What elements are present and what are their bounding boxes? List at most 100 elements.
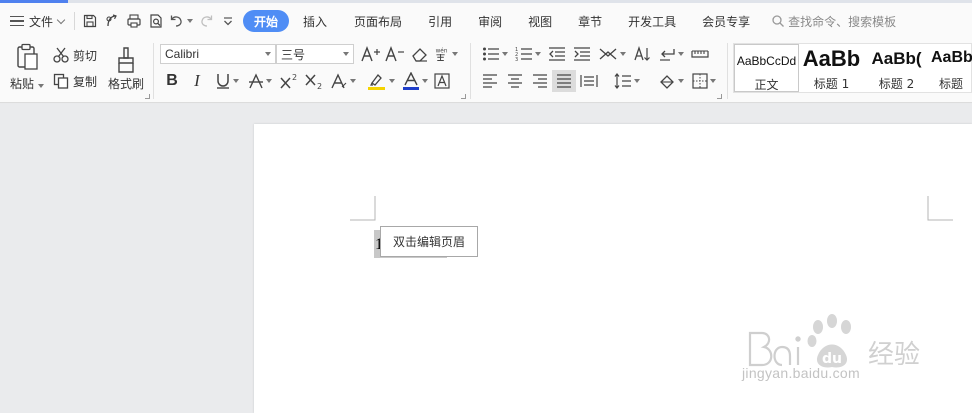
redo-button[interactable] xyxy=(195,9,217,33)
show-ruler-button[interactable] xyxy=(689,44,711,64)
style-heading-1[interactable]: AaBb 标题 1 xyxy=(799,44,864,92)
justify-button[interactable] xyxy=(552,70,576,92)
style-heading-2[interactable]: AaBb( 标题 2 xyxy=(864,44,929,92)
line-break-button[interactable] xyxy=(656,44,686,64)
text-effects-dropdown-icon xyxy=(350,79,356,83)
font-name-select[interactable]: Calibri xyxy=(160,44,276,64)
format-painter-button[interactable] xyxy=(106,43,146,77)
style-normal[interactable]: AaBbCcDd 正文 xyxy=(734,44,799,92)
borders-dropdown-icon xyxy=(710,79,716,83)
tab-insert[interactable]: 插入 xyxy=(291,10,339,32)
cut-button[interactable]: 剪切 xyxy=(52,45,102,65)
underline-button[interactable] xyxy=(211,71,243,91)
tab-member[interactable]: 会员专享 xyxy=(690,10,762,32)
text-direction-button[interactable] xyxy=(631,44,653,64)
line-spacing-button[interactable] xyxy=(612,71,642,91)
copy-button[interactable]: 复制 xyxy=(52,71,102,91)
clipboard-launcher-icon[interactable] xyxy=(145,94,150,99)
tab-developer[interactable]: 开发工具 xyxy=(616,10,688,32)
svg-text:2: 2 xyxy=(292,73,297,82)
tab-page-layout[interactable]: 页面布局 xyxy=(342,10,414,32)
print-button[interactable] xyxy=(123,9,145,33)
increase-font-size-button[interactable] xyxy=(360,44,382,64)
superscript-icon: 2 xyxy=(280,73,297,89)
text-effects-button[interactable] xyxy=(328,71,358,91)
text-effects-icon xyxy=(331,73,347,89)
shading-icon xyxy=(660,75,674,89)
align-center-icon xyxy=(508,74,522,88)
decrease-font-size-button[interactable] xyxy=(384,44,406,64)
print-preview-button[interactable] xyxy=(145,9,167,33)
bold-icon: B xyxy=(166,72,178,89)
shading-button[interactable] xyxy=(656,71,686,91)
chinese-layout-button[interactable] xyxy=(596,44,628,64)
paragraph-launcher-icon[interactable] xyxy=(717,94,722,99)
chinese-layout-dropdown-icon xyxy=(620,52,626,56)
font-color-button[interactable] xyxy=(400,71,430,91)
align-center-button[interactable] xyxy=(505,71,525,91)
superscript-button[interactable]: 2 xyxy=(278,71,300,91)
distribute-button[interactable] xyxy=(579,71,599,91)
subscript-button[interactable]: 2 xyxy=(303,71,325,91)
strikethrough-button[interactable] xyxy=(245,71,275,91)
clear-formatting-button[interactable] xyxy=(409,44,431,64)
print-preview-icon xyxy=(150,14,162,28)
chevron-down-icon xyxy=(56,15,66,24)
bold-button[interactable]: B xyxy=(162,71,182,91)
undo-button[interactable] xyxy=(167,9,195,33)
group-separator xyxy=(470,43,471,99)
line-break-icon xyxy=(660,49,675,61)
svg-text:2: 2 xyxy=(317,82,322,89)
font-name-value: Calibri xyxy=(165,47,200,61)
file-menu-button[interactable]: 文件 xyxy=(0,8,70,34)
character-border-button[interactable] xyxy=(432,71,452,91)
increase-font-icon xyxy=(361,46,380,62)
svg-text:3: 3 xyxy=(515,57,518,62)
align-left-button[interactable] xyxy=(480,71,500,91)
bullet-list-icon xyxy=(483,47,499,61)
style-heading[interactable]: AaBb 标题 xyxy=(929,44,972,92)
menu-bar: 文件 开始 插入 页面布局 引用 审阅 视图 章节 开发工具 会员专享 查找命令… xyxy=(0,3,972,39)
bullet-list-button[interactable] xyxy=(480,44,510,64)
numbered-list-icon: 123 xyxy=(515,47,532,62)
phonetic-guide-button[interactable]: wén xyxy=(434,44,458,64)
increase-indent-button[interactable] xyxy=(571,44,593,64)
tab-section[interactable]: 章节 xyxy=(566,10,614,32)
command-search-placeholder: 查找命令、搜索模板 xyxy=(788,14,897,29)
tab-review[interactable]: 审阅 xyxy=(466,10,514,32)
font-size-select[interactable]: 三号 xyxy=(276,44,354,64)
underline-dropdown-icon xyxy=(233,79,239,83)
italic-icon: I xyxy=(194,71,200,90)
chinese-layout-icon xyxy=(599,48,617,60)
borders-button[interactable] xyxy=(689,71,719,91)
font-name-dropdown-icon xyxy=(265,52,271,56)
bullet-list-dropdown-icon xyxy=(502,52,508,56)
numbered-list-button[interactable]: 123 xyxy=(513,44,543,64)
command-search[interactable]: 查找命令、搜索模板 xyxy=(771,13,896,30)
font-launcher-icon[interactable] xyxy=(461,94,466,99)
home-ribbon: 粘贴 剪切 复制 格式刷 Calibri 三号 wén B I 2 2 1 2 … xyxy=(0,39,972,103)
italic-button[interactable]: I xyxy=(187,71,207,91)
paste-label: 粘贴 xyxy=(10,75,44,92)
search-icon xyxy=(772,15,785,27)
tab-home[interactable]: 开始 xyxy=(243,10,290,32)
save-button[interactable] xyxy=(79,9,101,33)
export-pdf-icon xyxy=(106,14,117,27)
numbered-list-dropdown-icon xyxy=(535,52,541,56)
tab-view[interactable]: 视图 xyxy=(516,10,564,32)
export-pdf-button[interactable] xyxy=(101,9,123,33)
line-spacing-icon xyxy=(614,73,631,89)
align-right-button[interactable] xyxy=(530,71,550,91)
format-painter-label: 格式刷 xyxy=(108,77,145,91)
customize-toolbar-button[interactable] xyxy=(217,9,239,33)
style-name: 正文 xyxy=(754,78,779,92)
eraser-icon xyxy=(412,48,427,62)
character-border-icon xyxy=(434,73,450,89)
strikethrough-icon xyxy=(249,73,263,89)
distribute-icon xyxy=(580,75,598,87)
tab-references[interactable]: 引用 xyxy=(416,10,464,32)
paste-icon xyxy=(17,43,38,70)
subscript-icon: 2 xyxy=(305,74,322,89)
highlight-color-button[interactable] xyxy=(364,71,398,91)
decrease-indent-button[interactable] xyxy=(546,44,568,64)
